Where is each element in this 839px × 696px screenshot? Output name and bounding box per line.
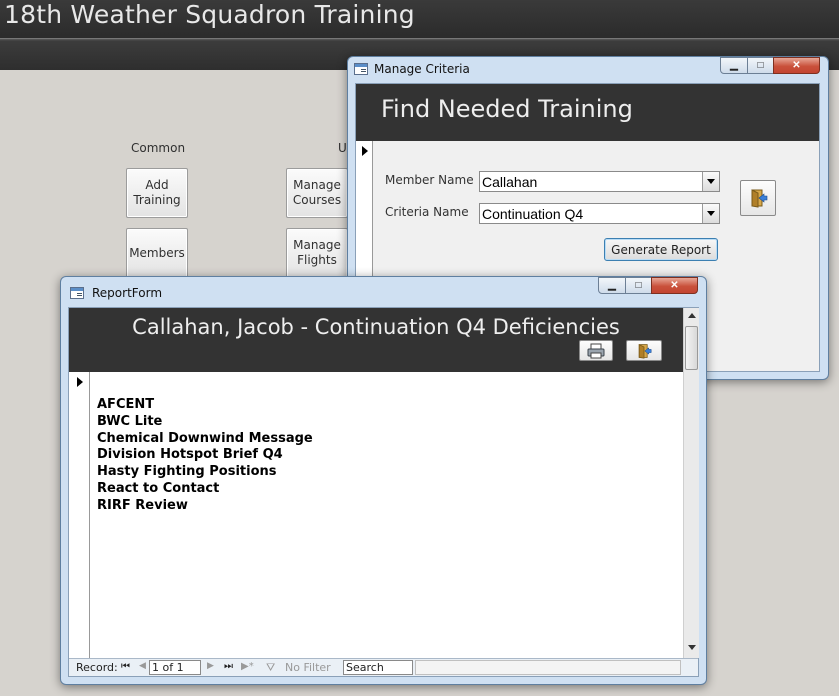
member-name-value: Callahan	[482, 174, 538, 190]
previous-record-icon[interactable]: ◀	[139, 661, 146, 671]
member-name-label: Member Name	[385, 173, 474, 187]
member-name-combo[interactable]: Callahan	[479, 171, 720, 192]
printer-icon	[587, 343, 605, 358]
form-window-icon	[354, 63, 368, 75]
list-item: Division Hotspot Brief Q4	[97, 447, 283, 463]
scroll-up-icon[interactable]	[688, 313, 696, 318]
next-record-icon[interactable]: ▶	[207, 661, 214, 671]
search-input[interactable]: Search	[343, 660, 413, 675]
report-form-titlebar[interactable]: ReportForm ▁ □ ✕	[61, 277, 706, 303]
manage-courses-button[interactable]: Manage Courses	[286, 168, 348, 218]
list-item: Hasty Fighting Positions	[97, 464, 277, 480]
members-button[interactable]: Members	[126, 228, 188, 278]
current-record-arrow-icon	[362, 146, 368, 156]
minimize-button[interactable]: ▁	[720, 57, 748, 74]
report-header-title: Callahan, Jacob - Continuation Q4 Defici…	[132, 315, 620, 339]
horizontal-scrollbar[interactable]	[415, 660, 681, 675]
exit-button[interactable]	[626, 340, 662, 361]
record-label: Record:	[76, 661, 118, 674]
minimize-button[interactable]: ▁	[598, 277, 626, 294]
manage-flights-button[interactable]: Manage Flights	[286, 228, 348, 278]
app-header: 18th Weather Squadron Training	[0, 0, 839, 38]
form-header: Find Needed Training	[356, 84, 819, 141]
app-title: 18th Weather Squadron Training	[4, 0, 415, 29]
chevron-down-icon[interactable]	[702, 172, 719, 191]
vertical-scrollbar[interactable]	[683, 308, 699, 658]
deficiency-list: AFCENT BWC Lite Chemical Downwind Messag…	[97, 397, 313, 515]
maximize-button[interactable]: □	[747, 57, 774, 74]
criteria-name-combo[interactable]: Continuation Q4	[479, 203, 720, 224]
scroll-down-icon[interactable]	[688, 645, 696, 650]
scroll-thumb[interactable]	[685, 326, 698, 370]
add-training-button[interactable]: Add Training	[126, 168, 188, 218]
report-form-title: ReportForm	[92, 286, 163, 300]
exit-door-icon	[751, 189, 768, 208]
current-record-arrow-icon	[77, 377, 83, 387]
last-record-icon[interactable]: ⏭	[224, 661, 233, 672]
filter-icon[interactable]: ⛛	[266, 661, 275, 675]
record-selector[interactable]	[69, 372, 90, 658]
close-button[interactable]: ✕	[651, 277, 698, 294]
group-label-common: Common	[131, 141, 186, 155]
no-filter-label[interactable]: No Filter	[285, 661, 331, 674]
chevron-down-icon[interactable]	[702, 204, 719, 223]
exit-door-icon	[638, 343, 652, 359]
criteria-name-value: Continuation Q4	[482, 206, 584, 222]
list-item: BWC Lite	[97, 413, 163, 429]
exit-button[interactable]	[740, 180, 776, 216]
list-item: AFCENT	[97, 397, 155, 412]
criteria-name-label: Criteria Name	[385, 205, 469, 219]
manage-criteria-title: Manage Criteria	[374, 62, 470, 76]
group-label-u: U	[338, 141, 347, 155]
form-header: Callahan, Jacob - Continuation Q4 Defici…	[69, 308, 683, 372]
list-item: RIRF Review	[97, 497, 188, 513]
list-item: React to Contact	[97, 480, 220, 496]
new-record-icon[interactable]: ▶*	[241, 661, 254, 672]
maximize-button[interactable]: □	[625, 277, 652, 294]
close-button[interactable]: ✕	[773, 57, 820, 74]
form-header-title: Find Needed Training	[381, 95, 633, 123]
form-window-icon	[70, 287, 84, 299]
record-navigation-bar: Record: ⏮ ◀ 1 of 1 ▶ ⏭ ▶* ⛛ No Filter Se…	[69, 658, 698, 676]
print-button[interactable]	[579, 340, 613, 361]
list-item: Chemical Downwind Message	[97, 430, 313, 446]
generate-report-button[interactable]: Generate Report	[604, 238, 718, 261]
manage-criteria-titlebar[interactable]: Manage Criteria ▁ □ ✕	[348, 57, 828, 83]
record-position-field[interactable]: 1 of 1	[149, 660, 201, 675]
first-record-icon[interactable]: ⏮	[121, 661, 130, 672]
